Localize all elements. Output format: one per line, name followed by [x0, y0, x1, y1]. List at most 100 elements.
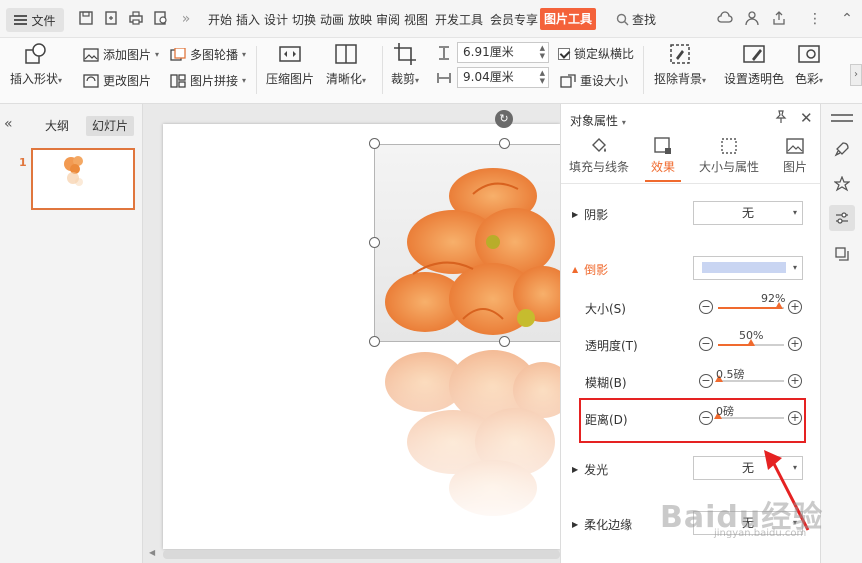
resize-handle-bottom-left[interactable] [369, 336, 380, 347]
spin-arrows-icon[interactable]: ▲ ▼ [540, 44, 545, 60]
tab-picture[interactable]: 图片 [783, 136, 807, 175]
search-label: 查找 [632, 13, 657, 27]
blur-decrease-icon[interactable]: − [699, 374, 713, 388]
transparency-decrease-icon[interactable]: − [699, 337, 713, 351]
ribbon-scroll-right-icon[interactable]: › [850, 64, 862, 86]
horizontal-scrollbar[interactable] [163, 550, 560, 559]
panel-divider [561, 183, 821, 184]
search-box[interactable]: 查找 [616, 11, 656, 28]
crop-label: 裁剪 [391, 72, 416, 86]
size-increase-icon[interactable]: + [788, 300, 802, 314]
tab-member[interactable]: 会员专享 [490, 11, 538, 28]
reflection-label: 倒影 [584, 263, 609, 277]
tab-outline[interactable]: 大纲 [39, 116, 75, 136]
tab-insert[interactable]: 插入 [236, 11, 260, 28]
shadow-value: 无 [741, 206, 754, 220]
picture-stitch-label: 图片拼接 [190, 74, 239, 88]
resize-handle-left[interactable] [369, 237, 380, 248]
star-icon[interactable] [829, 171, 855, 197]
blur-value: 0.5磅 [716, 368, 745, 381]
save-icon[interactable] [77, 10, 95, 28]
multi-carousel-label: 多图轮播 [190, 48, 239, 62]
lock-ratio-checkbox[interactable]: 锁定纵横比 [558, 45, 634, 62]
height-input[interactable]: 6.91厘米 ▲ ▼ [457, 42, 549, 63]
insert-shape-button[interactable]: 插入形状▾ [10, 42, 62, 87]
tab-design[interactable]: 设计 [264, 11, 288, 28]
size-slider[interactable] [718, 302, 784, 309]
reflection-select[interactable]: ▾ [693, 256, 803, 280]
soft-edges-section-toggle[interactable]: ▶ 柔化边缘 [572, 516, 632, 533]
set-transparent-color-button[interactable]: 设置透明色 [724, 42, 784, 87]
resize-handle-bottom[interactable] [499, 336, 510, 347]
close-icon[interactable]: ✕ [800, 109, 813, 127]
size-decrease-icon[interactable]: − [699, 300, 713, 314]
change-picture-label: 更改图片 [103, 74, 152, 88]
shadow-section-toggle[interactable]: ▶ 阴影 [572, 206, 608, 223]
crop-button[interactable]: 裁剪▾ [391, 42, 419, 87]
scroll-left-arrow-icon[interactable]: ◀ [149, 548, 155, 557]
transparency-slider[interactable] [718, 339, 784, 346]
collapse-ribbon-icon[interactable]: ⌃ [838, 10, 856, 28]
carousel-icon [170, 47, 186, 61]
tab-effects[interactable]: 效果 [651, 136, 675, 175]
dropdown-caret-icon: ▾ [242, 50, 247, 59]
reset-size-icon [560, 73, 576, 88]
tab-transitions[interactable]: 切换 [292, 11, 316, 28]
resize-handle-top[interactable] [499, 138, 510, 149]
reflection-section-toggle[interactable]: ▲ 倒影 [572, 261, 608, 278]
slide-thumbnail[interactable] [31, 148, 135, 210]
width-input[interactable]: 9.04厘米 ▲ ▼ [457, 67, 549, 88]
blur-increase-icon[interactable]: + [788, 374, 802, 388]
selection-frame [374, 144, 574, 342]
pin-icon[interactable] [774, 110, 788, 128]
panel-title[interactable]: 对象属性 ▾ [570, 112, 626, 129]
color-button[interactable]: 色彩▾ [795, 42, 823, 87]
remove-background-button[interactable]: 抠除背景▾ [654, 42, 706, 87]
dropdown-caret-icon: ▾ [702, 76, 707, 85]
export-pdf-icon[interactable] [102, 10, 120, 28]
tab-review[interactable]: 审阅 [376, 11, 400, 28]
resize-handle-top-left[interactable] [369, 138, 380, 149]
share-icon[interactable] [770, 10, 788, 28]
change-picture-button[interactable]: 更改图片 [83, 72, 151, 89]
properties-settings-icon[interactable] [829, 205, 855, 231]
tab-picture-tools[interactable]: 图片工具 [540, 8, 597, 30]
spin-arrows-icon[interactable]: ▲ ▼ [540, 69, 545, 85]
glow-section-toggle[interactable]: ▶ 发光 [572, 461, 608, 478]
more-options-icon[interactable]: ⋮ [806, 10, 824, 28]
soft-edges-label: 柔化边缘 [584, 518, 633, 532]
collapse-panel-icon[interactable]: « [4, 116, 13, 132]
collapsed-triangle-icon: ▶ [572, 465, 579, 474]
shadow-select[interactable]: 无 ▾ [693, 201, 803, 225]
print-icon[interactable] [127, 10, 145, 28]
picture-stitch-button[interactable]: 图片拼接 ▾ [170, 72, 246, 89]
print-preview-icon[interactable] [152, 10, 170, 28]
compress-picture-button[interactable]: 压缩图片 [266, 42, 314, 87]
tab-animations[interactable]: 动画 [320, 11, 344, 28]
tab-size-properties[interactable]: 大小与属性 [699, 136, 759, 175]
copy-window-icon[interactable] [829, 241, 855, 267]
tab-fill-line[interactable]: 填充与线条 [569, 136, 629, 175]
flower-thumbnail-image [64, 156, 83, 186]
size-label: 大小(S) [585, 302, 626, 316]
rocket-icon[interactable] [829, 136, 855, 162]
multi-carousel-button[interactable]: 多图轮播 ▾ [170, 46, 246, 63]
add-picture-button[interactable]: 添加图片 ▾ [83, 46, 159, 63]
reset-size-button[interactable]: 重设大小 [560, 72, 628, 89]
file-menu-button[interactable]: 文件 [6, 8, 64, 32]
ribbon-separator [643, 46, 644, 94]
tab-developer[interactable]: 开发工具 [435, 11, 483, 28]
sidebar-menu-icon[interactable] [831, 114, 853, 122]
transparency-increase-icon[interactable]: + [788, 337, 802, 351]
lock-ratio-label: 锁定纵横比 [574, 47, 635, 61]
tab-slideshow[interactable]: 放映 [348, 11, 372, 28]
tab-view[interactable]: 视图 [404, 11, 428, 28]
tab-slides[interactable]: 幻灯片 [86, 116, 135, 136]
watermark-url: jingyan.baidu.com [714, 528, 807, 539]
user-icon[interactable] [743, 10, 761, 28]
more-commands-icon[interactable]: » [177, 10, 195, 28]
cloud-sync-icon[interactable] [716, 10, 734, 28]
tab-home[interactable]: 开始 [208, 11, 232, 28]
rotate-handle-icon[interactable]: ↻ [495, 110, 513, 128]
sharpen-button[interactable]: 清晰化▾ [326, 42, 366, 87]
